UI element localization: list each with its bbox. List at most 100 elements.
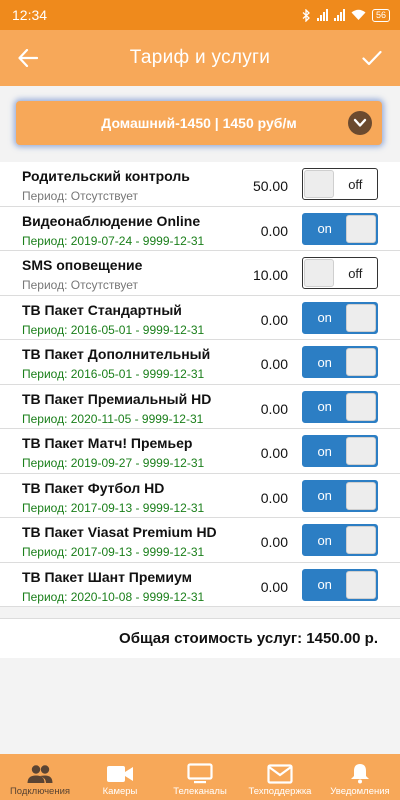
tv-icon bbox=[187, 763, 213, 784]
toggle-knob bbox=[346, 481, 376, 510]
arrow-left-icon bbox=[18, 49, 38, 67]
signal-icon bbox=[316, 9, 328, 21]
app-bar: Тариф и услуги bbox=[0, 30, 400, 86]
service-toggle[interactable]: on bbox=[302, 346, 378, 378]
service-name: ТВ Пакет Viasat Premium HD bbox=[22, 524, 217, 540]
check-icon bbox=[362, 50, 382, 66]
service-name: ТВ Пакет Премиальный HD bbox=[22, 390, 212, 407]
total-cost-text: Общая стоимость услуг: 1450.00 р. bbox=[119, 630, 378, 647]
service-price: 0.00 bbox=[260, 356, 288, 372]
service-price: 0.00 bbox=[260, 445, 288, 461]
service-price: 50.00 bbox=[252, 178, 288, 194]
toggle-label: on bbox=[317, 532, 332, 548]
nav-item-notifications[interactable]: Уведомления bbox=[320, 754, 400, 800]
service-name: ТВ Пакет Футбол HD bbox=[22, 479, 165, 496]
service-toggle[interactable]: on bbox=[302, 435, 378, 467]
service-period: Период: 2017-09-13 - 9999-12-31 bbox=[22, 500, 205, 515]
back-button[interactable] bbox=[0, 30, 56, 86]
service-toggle[interactable]: on bbox=[302, 301, 378, 334]
services-list: Родительский контроль Период: Отсутствует… bbox=[0, 162, 400, 607]
service-row: SMS оповещение Период: Отсутствует 10.00 of… bbox=[0, 251, 400, 296]
service-toggle[interactable]: on bbox=[302, 390, 378, 423]
service-row: ТВ Пакет Премиальный HD Период: 2020-11-0… bbox=[0, 385, 400, 429]
nav-item-tv-channels[interactable]: Телеканалы bbox=[160, 754, 240, 800]
nav-item-support[interactable]: Техподдержка bbox=[240, 754, 320, 800]
service-toggle[interactable]: off bbox=[302, 257, 378, 289]
nav-label-notifications: Уведомления bbox=[330, 786, 390, 797]
service-toggle[interactable]: on bbox=[302, 568, 378, 601]
camera-icon bbox=[107, 766, 133, 782]
toggle-label: on bbox=[317, 354, 332, 370]
bottom-navigation: Подключения Камеры Телеканалы Техподдерж… bbox=[0, 754, 400, 800]
service-toggle[interactable]: off bbox=[302, 168, 378, 200]
signal-icon-2 bbox=[333, 9, 345, 21]
tariff-section: Домашний-1450 | 1450 руб/м bbox=[0, 86, 400, 160]
status-icons: 56 bbox=[302, 8, 390, 22]
people-icon bbox=[27, 765, 53, 783]
toggle-label: on bbox=[317, 443, 332, 459]
service-name: ТВ Пакет Стандартный bbox=[22, 301, 182, 318]
toggle-knob bbox=[346, 437, 376, 465]
toggle-knob bbox=[346, 570, 376, 599]
status-bar: 12:34 56 bbox=[0, 0, 400, 30]
bell-icon bbox=[351, 764, 369, 784]
service-name: SMS оповещение bbox=[22, 257, 143, 273]
service-row: Видеонаблюдение Online Период: 2019-07-24… bbox=[0, 207, 400, 251]
toggle-label: on bbox=[317, 488, 332, 503]
service-price: 0.00 bbox=[260, 489, 288, 506]
service-toggle[interactable]: on bbox=[302, 479, 378, 512]
service-row: Родительский контроль Период: Отсутствует… bbox=[0, 162, 400, 207]
service-price: 0.00 bbox=[260, 578, 288, 595]
nav-item-connections[interactable]: Подключения bbox=[0, 754, 80, 800]
toggle-label: on bbox=[317, 399, 332, 414]
bluetooth-icon bbox=[302, 8, 310, 22]
mail-icon bbox=[267, 764, 293, 784]
service-period: Период: Отсутствует bbox=[22, 278, 139, 292]
nav-item-cameras[interactable]: Камеры bbox=[80, 754, 160, 800]
toggle-label: off bbox=[348, 265, 363, 281]
tariff-label: Домашний-1450 | 1450 руб/м bbox=[101, 115, 297, 131]
wifi-icon bbox=[351, 9, 366, 20]
service-price: 0.00 bbox=[260, 534, 288, 550]
service-name: Видеонаблюдение Online bbox=[22, 212, 201, 229]
service-price: 0.00 bbox=[260, 311, 288, 328]
service-row: ТВ Пакет Шант Премиум Период: 2020-10-08 … bbox=[0, 563, 400, 607]
toggle-label: on bbox=[317, 221, 332, 236]
toggle-label: off bbox=[348, 176, 363, 192]
chevron-down-icon bbox=[348, 111, 372, 135]
toggle-knob bbox=[346, 214, 376, 243]
toggle-label: on bbox=[317, 310, 332, 325]
nav-label-tv-channels: Телеканалы bbox=[173, 786, 227, 797]
battery-icon: 56 bbox=[371, 8, 390, 22]
service-period: Период: 2017-09-13 - 9999-12-31 bbox=[22, 545, 205, 559]
total-cost: Общая стоимость услуг: 1450.00 р. bbox=[0, 618, 400, 658]
service-name: ТВ Пакет Шант Премиум bbox=[22, 568, 192, 585]
service-row: ТВ Пакет Матч! Премьер Период: 2019-09-27… bbox=[0, 429, 400, 474]
service-period: Период: 2019-09-27 - 9999-12-31 bbox=[22, 456, 205, 470]
nav-label-support: Техподдержка bbox=[248, 786, 312, 797]
service-price: 10.00 bbox=[252, 267, 288, 283]
toggle-knob bbox=[346, 392, 376, 421]
service-row: ТВ Пакет Viasat Premium HD Период: 2017-0… bbox=[0, 518, 400, 563]
service-toggle[interactable]: on bbox=[302, 524, 378, 556]
confirm-button[interactable] bbox=[344, 30, 400, 86]
service-period: Период: 2020-10-08 - 9999-12-31 bbox=[22, 589, 205, 604]
service-row: ТВ Пакет Дополнительный Период: 2016-05-0… bbox=[0, 340, 400, 385]
toggle-knob bbox=[346, 526, 376, 554]
toggle-knob bbox=[346, 348, 376, 376]
toggle-knob bbox=[304, 259, 334, 287]
page-title: Тариф и услуги bbox=[129, 47, 271, 68]
service-period: Период: 2020-11-05 - 9999-12-31 bbox=[22, 411, 204, 426]
toggle-label: on bbox=[317, 577, 332, 592]
service-price: 0.00 bbox=[260, 400, 288, 417]
tariff-dropdown[interactable]: Домашний-1450 | 1450 руб/м bbox=[16, 101, 382, 145]
toggle-knob bbox=[304, 170, 334, 198]
service-period: Период: 2019-07-24 - 9999-12-31 bbox=[22, 233, 205, 248]
service-period: Период: 2016-05-01 - 9999-12-31 bbox=[22, 367, 205, 381]
service-period: Период: Отсутствует bbox=[22, 189, 139, 203]
nav-label-connections: Подключения bbox=[9, 786, 71, 797]
service-toggle[interactable]: on bbox=[302, 212, 378, 245]
service-row: ТВ Пакет Стандартный Период: 2016-05-01 -… bbox=[0, 296, 400, 340]
nav-label-cameras: Камеры bbox=[102, 786, 138, 797]
service-period: Период: 2016-05-01 - 9999-12-31 bbox=[22, 322, 205, 337]
